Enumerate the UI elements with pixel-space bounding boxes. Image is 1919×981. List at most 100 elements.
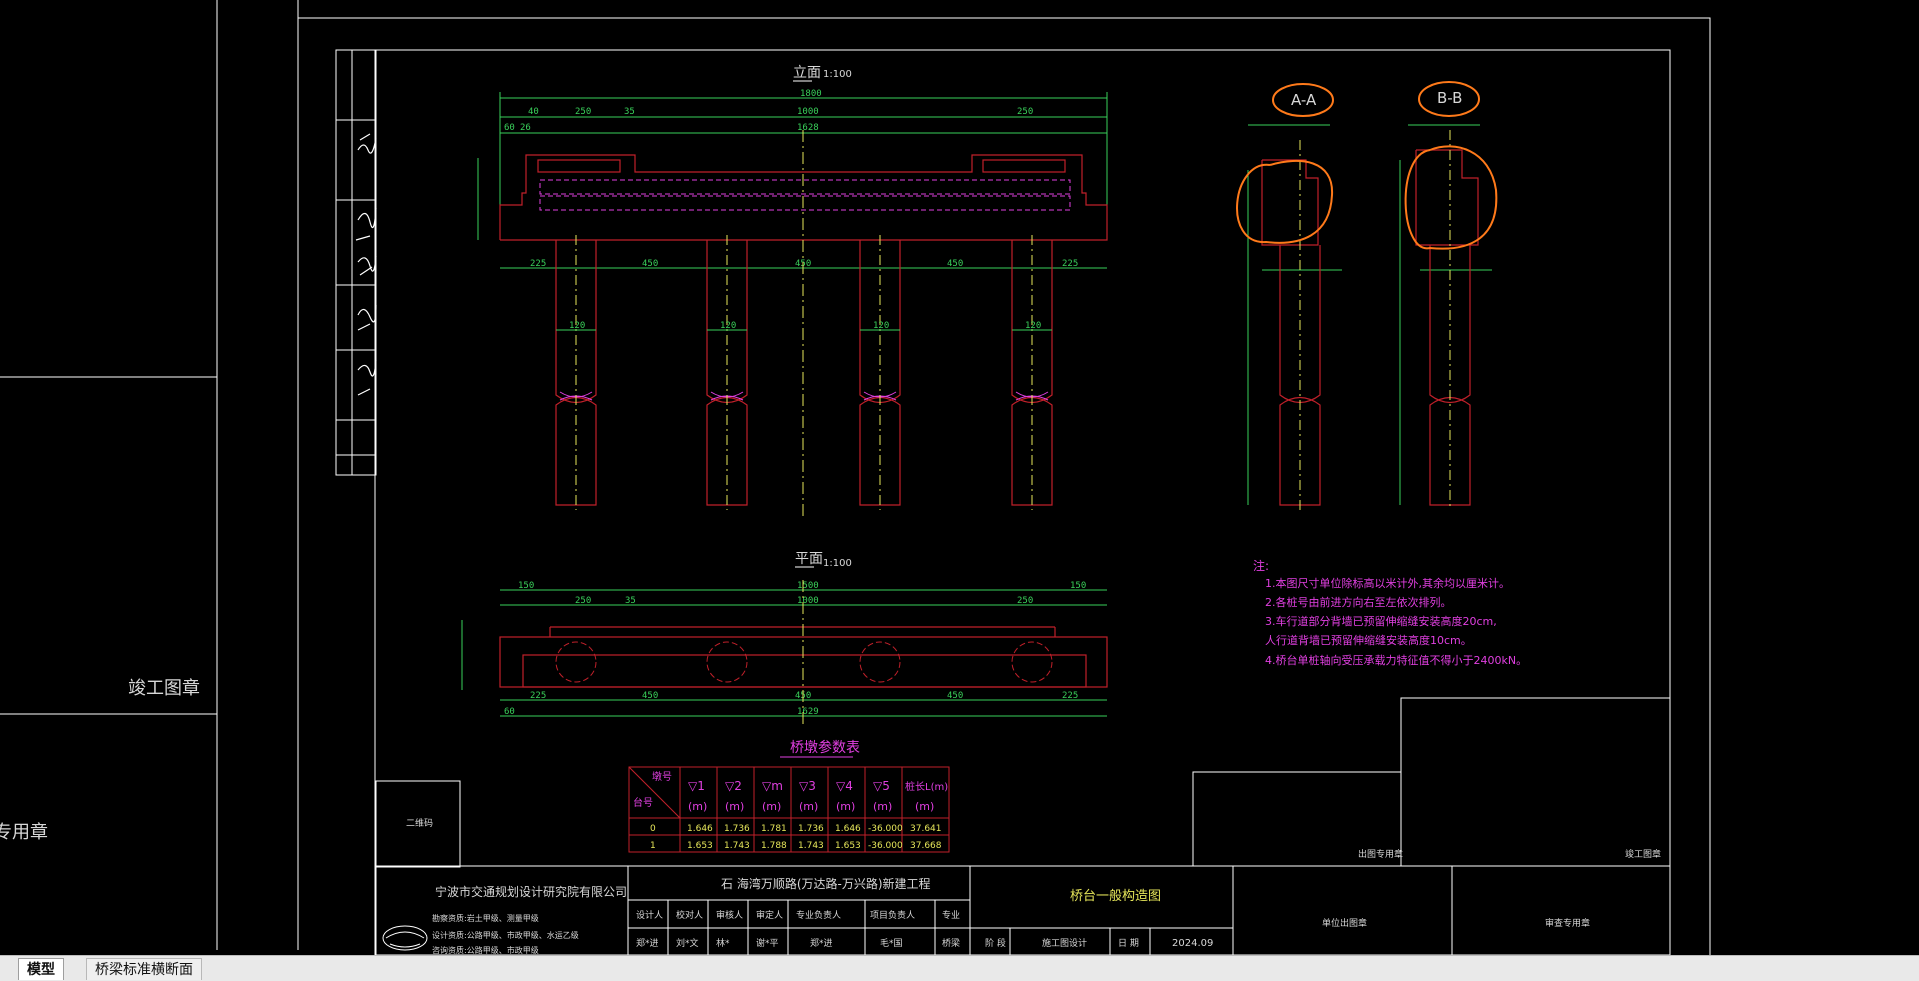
table-cell: -36.000 (868, 841, 903, 851)
title-block (375, 865, 1671, 955)
table-cell: 1.743 (798, 841, 824, 851)
plan-dim-60: 60 (504, 707, 515, 717)
table-cell: 1.736 (798, 824, 824, 834)
pile-dim-4: 120 (1025, 321, 1041, 331)
section-b-title: B-B (1437, 89, 1462, 107)
plan-span-2: 450 (642, 691, 658, 701)
table-cell: 1.743 (724, 841, 750, 851)
plan-dim-150-right: 150 (1070, 581, 1086, 591)
date-label: 日 期 (1118, 938, 1139, 949)
table-header-7: 桩长L(m) (905, 780, 948, 793)
plan-dim-35: 35 (625, 596, 636, 606)
name-designer: 郑*进 (636, 937, 659, 949)
plan-scale: 1:100 (823, 558, 852, 569)
table-cell: 1.781 (761, 824, 787, 834)
table-cell: 1 (650, 841, 656, 851)
company-logo (382, 925, 428, 951)
pile-dim-3: 120 (873, 321, 889, 331)
stamp-label-2: 竣工图章 (1625, 848, 1661, 860)
role-approver: 审定人 (756, 909, 783, 921)
note-4: 人行道背墙已预留伸缩缝安装高度10cm。 (1265, 633, 1472, 647)
tab-bridge-cross-section[interactable]: 桥梁标准横断面 (86, 958, 202, 980)
table-header-5: ▽4 (836, 779, 853, 793)
span-dim-4: 450 (947, 259, 963, 269)
role-project-lead: 项目负责人 (870, 909, 915, 921)
note-3: 3.车行道部分背墙已预留伸缩缝安装高度20cm, (1265, 614, 1497, 628)
elevation-scale: 1:100 (823, 69, 852, 80)
table-unit-3: (m) (762, 800, 781, 813)
name-approver: 谢*平 (756, 937, 779, 949)
side-stamp-1: 竣工图章 (128, 678, 200, 699)
pier-parameter-table: 桥墩参数表 墩号 台号 ▽1 ▽2 ▽m ▽3 ▽4 ▽5 桩长L(m) (m)… (628, 739, 950, 853)
table-unit-6: (m) (873, 800, 892, 813)
table-header-4: ▽3 (799, 779, 816, 793)
dim-1800: 1800 (800, 89, 822, 99)
table-unit-5: (m) (836, 800, 855, 813)
cad-drawing-canvas[interactable]: 竣工图章 专用章 立面 1:100 1800 1000 1628 250 250… (0, 0, 1919, 955)
drawing-name: 桥台一般构造图 (1070, 888, 1161, 904)
dim-1000: 1000 (797, 107, 819, 117)
table-diag-bottom: 台号 (633, 796, 653, 809)
span-dim-5: 225 (1062, 259, 1078, 269)
section-a-title: A-A (1291, 91, 1317, 109)
table-unit-1: (m) (688, 800, 707, 813)
sheet-frame (298, 17, 1711, 955)
note-5: 4.桥台单桩轴向受压承载力特征值不得小于2400kN。 (1265, 653, 1527, 667)
table-header-2: ▽2 (725, 779, 742, 793)
table-cell: 1.653 (687, 841, 713, 851)
table-title: 桥墩参数表 (790, 739, 860, 756)
pile-dim-1: 120 (569, 321, 585, 331)
dim-35: 35 (624, 107, 635, 117)
table-cell: -36.000 (868, 824, 903, 834)
table-unit-4: (m) (799, 800, 818, 813)
phase-value: 施工图设计 (1042, 937, 1087, 949)
company-name: 宁波市交通规划设计研究院有限公司 (435, 884, 627, 899)
company-cert-3: 咨询资质:公路甲级、市政甲级 (432, 945, 539, 955)
table-diag-top: 墩号 (652, 770, 672, 783)
date-value: 2024.09 (1172, 938, 1213, 949)
review-stamp-label: 审查专用章 (1545, 917, 1590, 929)
name-discipline: 桥梁 (942, 937, 960, 949)
dim-40: 40 (528, 107, 539, 117)
span-dim-2: 450 (642, 259, 658, 269)
section-a-view: A-A (1236, 83, 1342, 510)
table-cell: 37.668 (910, 841, 942, 851)
left-side-panel (0, 0, 299, 950)
elevation-piles (555, 240, 1053, 506)
table-cell: 1.646 (687, 824, 713, 834)
layout-tab-bar: 模型 桥梁标准横断面 (0, 955, 1919, 981)
plan-dim-1000: 1000 (797, 596, 819, 606)
plan-dim-150-left: 150 (518, 581, 534, 591)
project-name: 石 海湾万顺路(万达路-万兴路)新建工程 (721, 876, 931, 891)
note-2: 2.各桩号由前进方向右至左依次排列。 (1265, 595, 1452, 609)
role-designer: 设计人 (636, 909, 663, 921)
signature-scribbles (355, 133, 377, 396)
table-cell: 1.788 (761, 841, 787, 851)
phase-label: 阶 段 (985, 937, 1006, 949)
company-cert-2: 设计资质:公路甲级、市政甲级、水运乙级 (432, 930, 579, 940)
table-cell: 37.641 (910, 824, 942, 834)
tab-model[interactable]: 模型 (18, 958, 64, 980)
elevation-view: 立面 1:100 1800 1000 1628 250 250 40 35 60… (477, 65, 1108, 520)
name-reviewer: 林* (716, 937, 730, 949)
table-unit-7: (m) (915, 800, 934, 813)
span-dim-1: 225 (530, 259, 546, 269)
pile-dim-2: 120 (720, 321, 736, 331)
plan-title: 平面 (795, 551, 823, 567)
role-discipline: 专业 (942, 909, 960, 921)
stamp-label-1: 出图专用章 (1358, 848, 1403, 860)
table-header-1: ▽1 (688, 779, 705, 793)
table-cell: 1.736 (724, 824, 750, 834)
qr-label: 二维码 (406, 817, 433, 829)
dim-26: 26 (520, 123, 531, 133)
table-header-6: ▽5 (873, 779, 890, 793)
table-cell: 1.653 (835, 841, 861, 851)
plan-dim-1629: 1629 (797, 707, 819, 717)
plan-view: 平面 1:100 150 1500 150 250 1000 250 1629 … (461, 551, 1108, 725)
role-checker: 校对人 (676, 909, 703, 921)
note-1: 1.本图尺寸单位除标高以米计外,其余均以厘米计。 (1265, 576, 1510, 590)
notes-title: 注: (1253, 558, 1269, 573)
table-unit-2: (m) (725, 800, 744, 813)
name-discipline-lead: 郑*进 (810, 937, 833, 949)
company-cert-1: 勘察资质:岩土甲级、测量甲级 (432, 913, 539, 923)
